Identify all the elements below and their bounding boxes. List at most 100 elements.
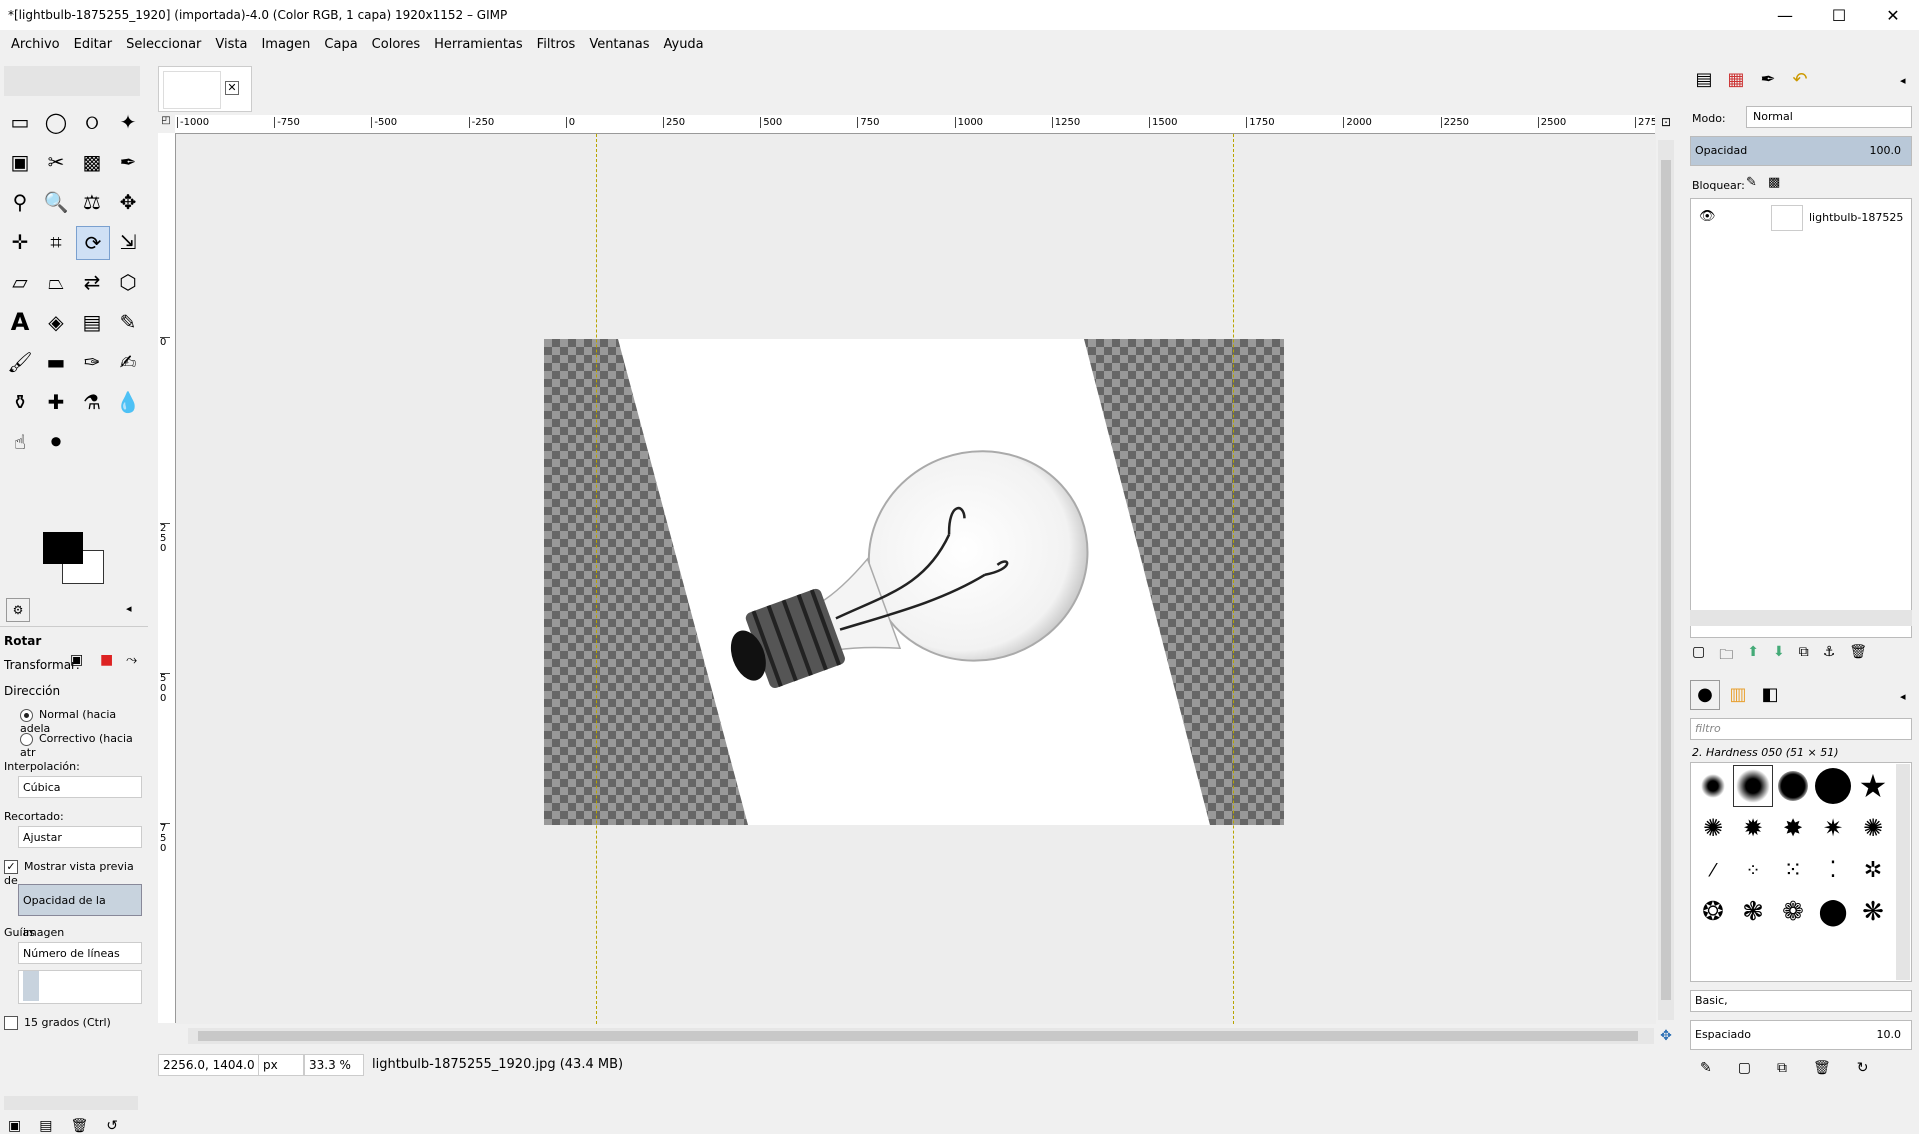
shear-icon[interactable]: ▱ — [4, 266, 36, 298]
brush-item-selected[interactable] — [1733, 765, 1773, 807]
hscroll-thumb[interactable] — [198, 1031, 1638, 1041]
free-select-icon[interactable]: ଠ — [76, 106, 108, 138]
vertical-ruler[interactable]: 0 250 500 750 — [158, 133, 176, 1023]
canvas-hscroll[interactable] — [188, 1028, 1654, 1044]
eraser-icon[interactable]: ▬ — [40, 346, 72, 378]
guides-select[interactable]: Número de líneas — [18, 942, 142, 964]
radio-corrective[interactable] — [20, 732, 33, 746]
tool-options-tab-icon[interactable]: ⚙ — [6, 598, 30, 622]
clipping-select[interactable]: Ajustar — [18, 826, 142, 848]
brush-item[interactable]: ⬤ — [1813, 891, 1853, 933]
brush-item[interactable]: ⁄ — [1693, 849, 1733, 891]
color-select-icon[interactable]: ▩ — [76, 146, 108, 178]
brush-item[interactable]: ⁙ — [1773, 849, 1813, 891]
menu-editar[interactable]: Editar — [71, 33, 116, 56]
minimize-button[interactable]: — — [1758, 0, 1812, 30]
delete-options-icon[interactable]: 🗑 — [70, 1118, 88, 1134]
image-opacity-slider[interactable]: Opacidad de la imagen — [18, 884, 142, 939]
clone-icon[interactable]: ⚱ — [4, 386, 36, 418]
color-picker-icon[interactable]: ⚲ — [4, 186, 36, 218]
mode-select[interactable]: Normal — [1746, 106, 1912, 128]
rotate-icon[interactable]: ⟳ — [76, 226, 110, 260]
fifteen-check[interactable] — [4, 1016, 18, 1030]
layers-tab-icon[interactable]: ▤ — [1690, 66, 1718, 94]
guide-line-right[interactable] — [1233, 134, 1234, 1024]
perspective-icon[interactable]: ⏢ — [40, 266, 72, 298]
close-button[interactable]: ✕ — [1866, 0, 1919, 30]
rect-select-icon[interactable]: ▭ — [4, 106, 36, 138]
navigate-icon[interactable]: ✥ — [1658, 1028, 1674, 1044]
move-icon[interactable]: ✥ — [112, 186, 144, 218]
channels-tab-icon[interactable]: ▦ — [1722, 66, 1750, 94]
gradients-tab-icon[interactable]: ◧ — [1756, 681, 1784, 709]
direction-corrective-radio[interactable]: Correctivo (hacia atr — [20, 732, 148, 759]
guide-line-left[interactable] — [596, 134, 597, 1024]
new-brush-icon[interactable]: ▢ — [1738, 1060, 1751, 1076]
brushes-vscroll[interactable] — [1896, 764, 1910, 980]
anchor-layer-icon[interactable]: ⚓ — [1823, 644, 1836, 668]
new-layer-icon[interactable]: ▢ — [1692, 644, 1705, 668]
measure-icon[interactable]: ⚖ — [76, 186, 108, 218]
brush-item[interactable]: ✹ — [1733, 807, 1773, 849]
menu-vista[interactable]: Vista — [212, 33, 250, 56]
zoom-fit-icon[interactable]: ⊡ — [1658, 115, 1674, 131]
preview-check[interactable]: ✓ — [4, 860, 18, 874]
layers-hscroll[interactable] — [1690, 610, 1912, 626]
opacity-slider[interactable]: Opacidad 100.0 — [1690, 136, 1912, 166]
brush-item[interactable] — [1773, 765, 1813, 807]
ellipse-select-icon[interactable]: ◯ — [40, 106, 72, 138]
smudge-icon[interactable]: ☝ — [4, 426, 36, 458]
zoom-icon[interactable]: 🔍 — [40, 186, 72, 218]
menu-colores[interactable]: Colores — [369, 33, 423, 56]
menu-imagen[interactable]: Imagen — [258, 33, 313, 56]
edit-brush-icon[interactable]: ✎ — [1700, 1060, 1712, 1076]
scissors-icon[interactable]: ✂ — [40, 146, 72, 178]
transform-layer-icon[interactable]: ▣ — [70, 652, 83, 668]
canvas-vscroll[interactable] — [1658, 140, 1674, 1020]
lock-pixels-icon[interactable]: ✎ — [1746, 175, 1757, 190]
pencil-icon[interactable]: ✎ — [112, 306, 144, 338]
spacing-slider[interactable]: Espaciado 10.0 — [1690, 1020, 1912, 1050]
close-tab-icon[interactable]: ✕ — [225, 81, 239, 95]
flip-icon[interactable]: ⇄ — [76, 266, 108, 298]
heal-icon[interactable]: ✚ — [40, 386, 72, 418]
paths-icon[interactable]: ✒ — [112, 146, 144, 178]
menu-archivo[interactable]: Archivo — [8, 33, 63, 56]
brush-item[interactable]: ✺ — [1853, 807, 1893, 849]
menu-filtros[interactable]: Filtros — [534, 33, 579, 56]
bucket-fill-icon[interactable]: ◈ — [40, 306, 72, 338]
cage-icon[interactable]: ⬡ — [112, 266, 144, 298]
interpolation-select[interactable]: Cúbica — [18, 776, 142, 798]
brush-item[interactable]: ⁘ — [1733, 849, 1773, 891]
menu-ventanas[interactable]: Ventanas — [586, 33, 652, 56]
canvas-area[interactable] — [176, 134, 1656, 1024]
scale-icon[interactable]: ⇲ — [112, 226, 144, 258]
brush-item[interactable]: ❋ — [1853, 891, 1893, 933]
transform-path-icon[interactable]: ⤳ — [126, 652, 137, 668]
delete-brush-icon[interactable]: 🗑 — [1813, 1060, 1831, 1076]
duplicate-brush-icon[interactable]: ⧉ — [1777, 1060, 1787, 1076]
duplicate-layer-icon[interactable]: ⧉ — [1799, 644, 1809, 668]
crop-icon[interactable]: ⌗ — [40, 226, 72, 258]
fg-bg-colors[interactable] — [40, 527, 110, 587]
preview-checkbox[interactable]: ✓ Mostrar vista previa de — [4, 860, 148, 887]
quick-mask-corner-icon[interactable]: ◰ — [158, 115, 174, 131]
brush-item-star[interactable]: ★ — [1853, 765, 1893, 807]
vscroll-thumb[interactable] — [1661, 160, 1671, 1000]
brush-filter-input[interactable]: filtro — [1690, 718, 1912, 740]
new-group-icon[interactable]: 🗀 — [1719, 644, 1733, 668]
layer-row[interactable]: 👁 lightbulb-187525 — [1691, 199, 1911, 235]
menu-capa[interactable]: Capa — [321, 33, 360, 56]
fifteen-degrees-checkbox[interactable]: 15 grados (Ctrl) — [4, 1016, 111, 1030]
brush-item[interactable]: ✲ — [1853, 849, 1893, 891]
brush-item[interactable]: ❂ — [1693, 891, 1733, 933]
paths-tab-icon[interactable]: ✒ — [1754, 66, 1782, 94]
text-icon[interactable]: A — [4, 306, 36, 338]
reset-options-icon[interactable]: ↺ — [106, 1118, 118, 1134]
radio-normal[interactable] — [20, 708, 33, 722]
transform-selection-icon[interactable]: ■ — [100, 652, 113, 668]
fuzzy-select-icon[interactable]: ✦ — [112, 106, 144, 138]
dock-bottom-configure-icon[interactable]: ◂ — [1900, 690, 1906, 703]
dock-configure-icon[interactable]: ◂ — [1900, 74, 1906, 87]
save-options-icon[interactable]: ▣ — [8, 1118, 21, 1134]
